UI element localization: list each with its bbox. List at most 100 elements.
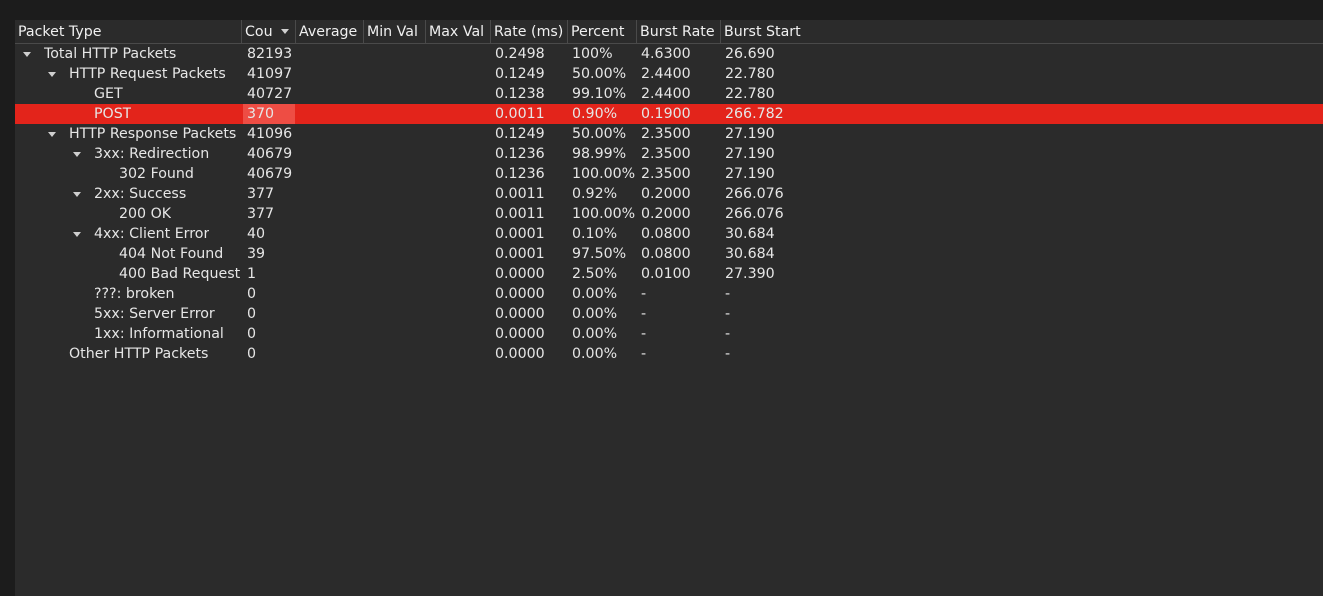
expanded-triangle-icon[interactable] — [23, 52, 31, 57]
cell-rate: 0.0000 — [495, 346, 545, 362]
header-rate[interactable]: Rate (ms) — [491, 20, 568, 43]
tree-row[interactable]: 1xx: Informational 0 0.0000 0.00% - - — [15, 324, 1323, 344]
header-label: Min Val — [367, 24, 418, 40]
cell-rate: 0.1249 — [495, 126, 545, 142]
cell-rate: 0.1238 — [495, 86, 545, 102]
cell-burst-start: 27.190 — [725, 166, 775, 182]
cell-burst-start: 22.780 — [725, 66, 775, 82]
tree-row[interactable]: 5xx: Server Error 0 0.0000 0.00% - - — [15, 304, 1323, 324]
cell-burst-rate: 0.0800 — [641, 226, 691, 242]
header-burst-rate[interactable]: Burst Rate — [637, 20, 721, 43]
cell-burst-rate: - — [641, 306, 647, 322]
cell-rate: 0.0000 — [495, 326, 545, 342]
header-percent[interactable]: Percent — [568, 20, 637, 43]
tree-row[interactable]: 404 Not Found 39 0.0001 97.50% 0.0800 30.684 — [15, 244, 1323, 264]
tree-row[interactable]: ???: broken 0 0.0000 0.00% - - — [15, 284, 1323, 304]
cell-burst-rate: 2.3500 — [641, 166, 691, 182]
cell-count: 41096 — [247, 126, 293, 142]
cell-count: 1 — [247, 266, 257, 282]
header-average[interactable]: Average — [296, 20, 364, 43]
cell-burst-rate: 0.2000 — [641, 186, 691, 202]
cell-burst-start: - — [725, 326, 731, 342]
header-min-val[interactable]: Min Val — [364, 20, 426, 43]
cell-burst-rate: 4.6300 — [641, 46, 691, 62]
expanded-triangle-icon[interactable] — [48, 72, 56, 77]
cell-rate: 0.0001 — [495, 246, 545, 262]
cell-packet-type: Total HTTP Packets — [44, 46, 177, 62]
cell-percent: 0.00% — [572, 346, 618, 362]
tree-row[interactable]: HTTP Response Packets 41096 0.1249 50.00% 2.… — [15, 124, 1323, 144]
cell-burst-start: - — [725, 286, 731, 302]
cell-burst-rate: - — [641, 346, 647, 362]
cell-burst-start: 22.780 — [725, 86, 775, 102]
cell-percent: 100.00% — [572, 206, 636, 222]
cell-percent: 50.00% — [572, 126, 627, 142]
tree-row-selected[interactable]: POST 370 0.0011 0.90% 0.1900 266.782 — [15, 104, 1323, 124]
cell-burst-start: 27.190 — [725, 146, 775, 162]
header-label: Max Val — [429, 24, 485, 40]
tree-row[interactable]: HTTP Request Packets 41097 0.1249 50.00% 2.4… — [15, 64, 1323, 84]
header-label: Packet Type — [18, 24, 102, 40]
cell-count: 0 — [247, 306, 257, 322]
header-label: Burst Rate — [640, 24, 715, 40]
cell-count: 40727 — [247, 86, 293, 102]
cell-rate: 0.0000 — [495, 286, 545, 302]
tree-row[interactable]: GET 40727 0.1238 99.10% 2.4400 22.780 — [15, 84, 1323, 104]
cell-packet-type: POST — [94, 106, 132, 122]
header-count[interactable]: Cou — [242, 20, 296, 43]
cell-count: 39 — [247, 246, 266, 262]
cell-burst-rate: - — [641, 326, 647, 342]
tree-row[interactable]: Other HTTP Packets 0 0.0000 0.00% - - — [15, 344, 1323, 364]
cell-packet-type: 200 OK — [119, 206, 172, 222]
cell-percent: 0.00% — [572, 326, 618, 342]
cell-packet-type: ???: broken — [94, 286, 175, 302]
cell-burst-start: 266.782 — [725, 106, 784, 122]
tree-row[interactable]: 200 OK 377 0.0011 100.00% 0.2000 266.076 — [15, 204, 1323, 224]
sort-descending-icon — [281, 29, 289, 34]
cell-count: 40679 — [247, 166, 293, 182]
cell-percent: 0.00% — [572, 306, 618, 322]
cell-burst-start: 266.076 — [725, 186, 784, 202]
expanded-triangle-icon[interactable] — [73, 192, 81, 197]
tree-row[interactable]: 4xx: Client Error 40 0.0001 0.10% 0.0800 30.6… — [15, 224, 1323, 244]
cell-burst-start: 27.390 — [725, 266, 775, 282]
cell-packet-type: HTTP Request Packets — [69, 66, 226, 82]
tree-row[interactable]: Total HTTP Packets 82193 0.2498 100% 4.6300 2… — [15, 44, 1323, 64]
cell-burst-start: 26.690 — [725, 46, 775, 62]
cell-burst-rate: 0.1900 — [641, 106, 691, 122]
expanded-triangle-icon[interactable] — [73, 152, 81, 157]
header-label: Burst Start — [724, 24, 801, 40]
header-packet-type[interactable]: Packet Type — [15, 20, 242, 43]
cell-percent: 0.10% — [572, 226, 618, 242]
tree-row[interactable]: 3xx: Redirection 40679 0.1236 98.99% 2.3500 2… — [15, 144, 1323, 164]
cell-count: 41097 — [247, 66, 293, 82]
cell-rate: 0.0000 — [495, 266, 545, 282]
cell-burst-rate: 0.0800 — [641, 246, 691, 262]
expanded-triangle-icon[interactable] — [73, 232, 81, 237]
cell-rate: 0.0011 — [495, 186, 545, 202]
cell-burst-rate: 0.2000 — [641, 206, 691, 222]
cell-count: 377 — [247, 186, 275, 202]
cell-burst-rate: 2.3500 — [641, 146, 691, 162]
header-max-val[interactable]: Max Val — [426, 20, 491, 43]
statistics-window: Packet Type Cou Average Min Val Max Val … — [0, 0, 1323, 596]
cell-packet-type: 400 Bad Request — [119, 266, 241, 282]
cell-packet-type: Other HTTP Packets — [69, 346, 209, 362]
header-burst-start[interactable]: Burst Start — [721, 20, 1323, 43]
cell-burst-rate: 2.4400 — [641, 66, 691, 82]
cell-packet-type: 302 Found — [119, 166, 194, 182]
tree-row[interactable]: 302 Found 40679 0.1236 100.00% 2.3500 27.190 — [15, 164, 1323, 184]
tree-row[interactable]: 2xx: Success 377 0.0011 0.92% 0.2000 266.076 — [15, 184, 1323, 204]
expanded-triangle-icon[interactable] — [48, 132, 56, 137]
cell-burst-start: 30.684 — [725, 246, 775, 262]
header-label: Average — [299, 24, 358, 40]
cell-packet-type: 1xx: Informational — [94, 326, 224, 342]
cell-packet-type: HTTP Response Packets — [69, 126, 237, 142]
cell-packet-type: 3xx: Redirection — [94, 146, 210, 162]
cell-rate: 0.1236 — [495, 166, 545, 182]
cell-packet-type: 404 Not Found — [119, 246, 224, 262]
cell-percent: 0.90% — [572, 106, 618, 122]
tree-row[interactable]: 400 Bad Request 1 0.0000 2.50% 0.0100 27.390 — [15, 264, 1323, 284]
cell-burst-rate: 2.4400 — [641, 86, 691, 102]
http-statistics-tree[interactable]: Packet Type Cou Average Min Val Max Val … — [15, 20, 1323, 596]
